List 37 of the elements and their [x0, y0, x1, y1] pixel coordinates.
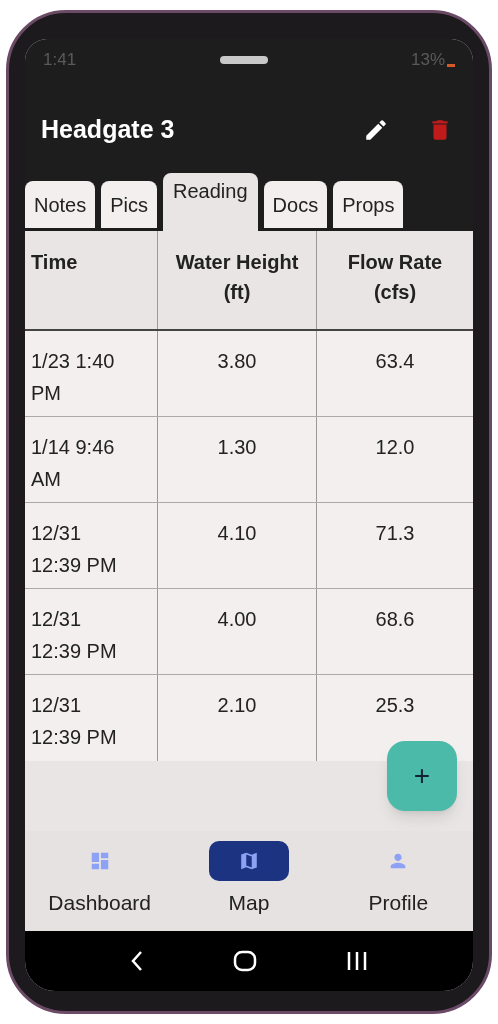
column-header: Flow Rate (cfs)	[316, 231, 473, 329]
nav-item[interactable]: Profile	[323, 831, 473, 931]
column-header: Time	[30, 250, 79, 275]
back-icon[interactable]	[129, 950, 144, 972]
tab[interactable]: Docs	[263, 181, 328, 231]
column-header: Water Height (ft)	[157, 231, 316, 329]
table-cell-text: 1/23 1:40 PM	[30, 349, 116, 406]
nav-item[interactable]: Map	[174, 831, 324, 931]
map-icon	[238, 850, 260, 872]
table-cell: 71.3	[316, 503, 473, 588]
camera-notch	[219, 56, 268, 64]
table-cell: 63.4	[316, 331, 473, 416]
nav-item[interactable]: Dashboard	[25, 831, 175, 931]
table-cell: 12.0	[316, 417, 473, 502]
pencil-icon	[363, 117, 389, 143]
battery-icon	[447, 63, 455, 67]
table-cell-text: 12/31 12:39 PM	[30, 521, 118, 578]
table-cell: 4.10	[157, 503, 316, 588]
tab[interactable]: Pics	[101, 181, 158, 231]
table-cell: 2.10	[157, 675, 316, 761]
home-icon[interactable]	[233, 950, 257, 972]
table-cell: 4.00	[157, 589, 316, 674]
table-cell-text: 12/31 12:39 PM	[30, 693, 118, 750]
status-time: 1:41	[43, 49, 77, 72]
table-cell: 3.80	[157, 331, 316, 416]
tab[interactable]: Notes	[25, 181, 96, 231]
recent-apps-icon[interactable]	[346, 951, 369, 971]
tab[interactable]: Reading	[163, 173, 258, 231]
add-button[interactable]: +	[387, 741, 457, 811]
tab[interactable]: Props	[333, 181, 404, 231]
table-cell-text: 12/31 12:39 PM	[30, 607, 118, 664]
table-cell-text: 1/14 9:46 AM	[30, 435, 116, 492]
battery-percentage: 13%	[410, 49, 445, 72]
edit-button[interactable]	[363, 117, 389, 143]
table-cell: 68.6	[316, 589, 473, 674]
page-title: Headgate 3	[41, 114, 175, 146]
table-cell: 1.30	[157, 417, 316, 502]
